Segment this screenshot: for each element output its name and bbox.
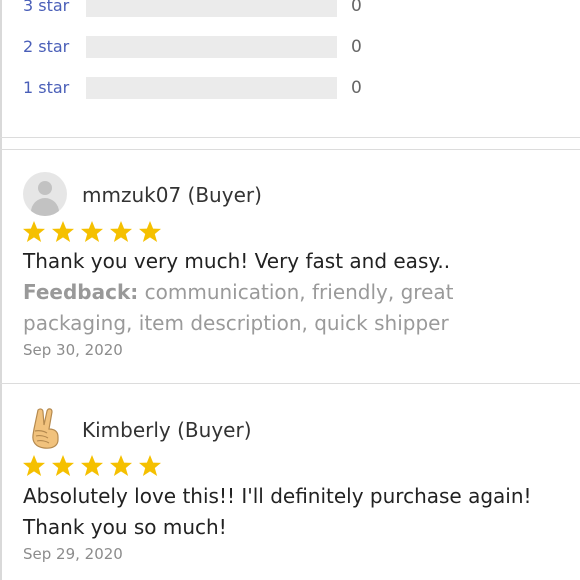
rating-row-3-star[interactable]: 3 star 0 bbox=[0, 0, 580, 18]
star-icon bbox=[51, 454, 75, 478]
star-icon bbox=[22, 454, 46, 478]
star-icon bbox=[109, 454, 133, 478]
rating-bar bbox=[86, 36, 337, 58]
star-icon bbox=[22, 220, 46, 244]
review-feedback: Feedback: communication, friendly, great… bbox=[23, 277, 563, 339]
star-icon bbox=[138, 220, 162, 244]
reviewer-name[interactable]: mmzuk07 (Buyer) bbox=[82, 183, 262, 207]
victory-hand-emoji-icon[interactable] bbox=[25, 406, 65, 450]
review-item: Kimberly (Buyer) Absolutely love this!! … bbox=[0, 384, 580, 580]
star-icon bbox=[138, 454, 162, 478]
reviewer-name[interactable]: Kimberly (Buyer) bbox=[82, 418, 252, 442]
section-divider bbox=[0, 137, 580, 138]
rating-bar bbox=[86, 77, 337, 99]
rating-row-2-star[interactable]: 2 star 0 bbox=[0, 35, 580, 59]
rating-label[interactable]: 2 star bbox=[23, 35, 69, 59]
star-icon bbox=[80, 454, 104, 478]
star-icon bbox=[51, 220, 75, 244]
rating-row-1-star[interactable]: 1 star 0 bbox=[0, 76, 580, 100]
rating-bar bbox=[86, 0, 337, 17]
star-rating bbox=[22, 454, 167, 478]
review-text: Thank you very much! Very fast and easy.… bbox=[23, 249, 451, 273]
star-rating bbox=[22, 220, 167, 244]
review-text: Absolutely love this!! I'll definitely p… bbox=[23, 484, 532, 539]
default-user-avatar[interactable] bbox=[23, 172, 67, 216]
rating-count: 0 bbox=[351, 78, 362, 98]
review-item: mmzuk07 (Buyer) Thank you very much! Ver… bbox=[0, 150, 580, 383]
review-date: Sep 30, 2020 bbox=[23, 341, 123, 359]
star-icon bbox=[109, 220, 133, 244]
star-icon bbox=[80, 220, 104, 244]
feedback-label: Feedback: bbox=[23, 280, 139, 304]
rating-count: 0 bbox=[351, 0, 362, 16]
rating-label[interactable]: 3 star bbox=[23, 0, 69, 18]
rating-label[interactable]: 1 star bbox=[23, 76, 69, 100]
review-date: Sep 29, 2020 bbox=[23, 545, 123, 563]
rating-count: 0 bbox=[351, 37, 362, 57]
